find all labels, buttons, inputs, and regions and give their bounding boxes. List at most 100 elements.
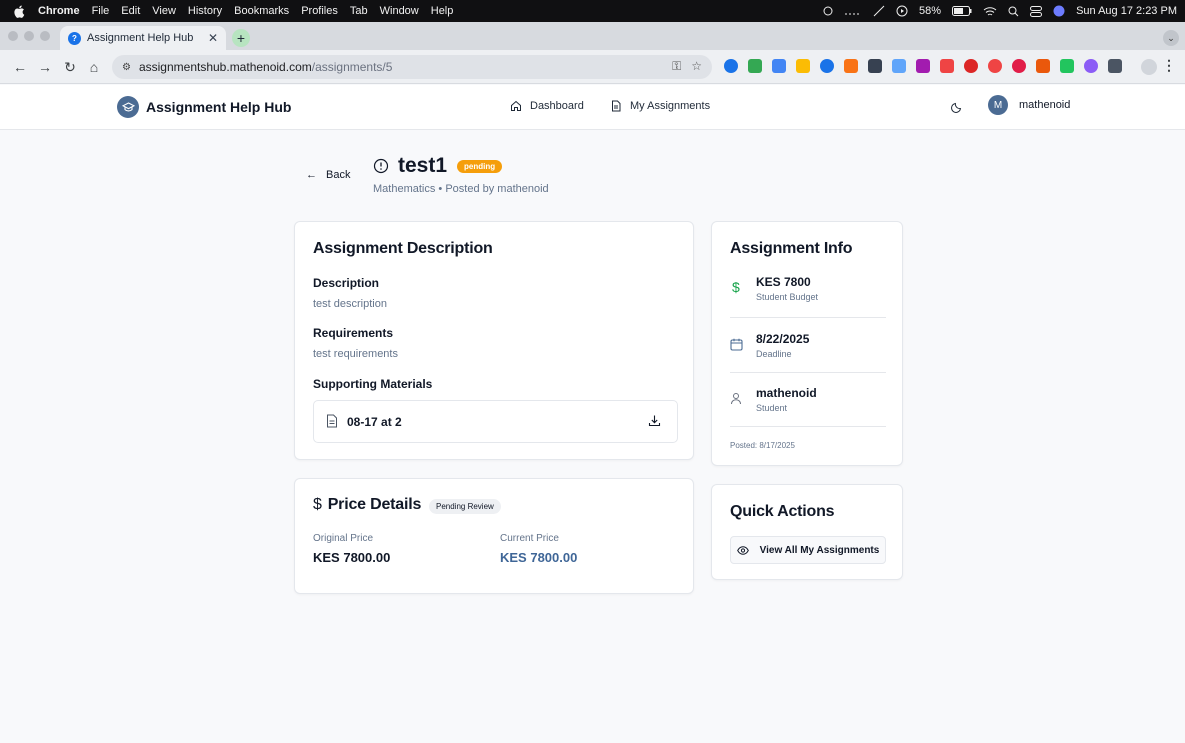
browser-toolbar: ← → ↻ ⌂ ⚙ assignmentshub.mathenoid.com/a… — [0, 50, 1185, 84]
assignment-info-card: Assignment Info $ KES 7800 Student Budge… — [711, 221, 903, 466]
play-icon[interactable] — [896, 5, 908, 17]
window-controls — [8, 31, 50, 41]
menu-history[interactable]: History — [188, 5, 222, 17]
dollar-icon: $ — [732, 279, 740, 295]
divider — [730, 426, 886, 427]
attachment-item[interactable]: 08-17 at 2 — [313, 400, 678, 443]
extension-icon[interactable] — [940, 59, 954, 73]
favicon-icon: ? — [68, 31, 81, 45]
home-icon[interactable]: ⌂ — [86, 59, 102, 75]
os-menubar: Chrome File Edit View History Bookmarks … — [0, 0, 1185, 22]
menu-window[interactable]: Window — [380, 5, 419, 17]
extension-icon[interactable] — [868, 59, 882, 73]
zoom-window-button[interactable] — [40, 31, 50, 41]
calendar-icon — [730, 338, 743, 351]
card-heading: Quick Actions — [730, 503, 835, 520]
username: mathenoid — [1019, 99, 1071, 111]
apple-icon[interactable] — [14, 5, 28, 18]
status-icon[interactable] — [823, 5, 833, 17]
battery-icon[interactable] — [952, 6, 972, 16]
reload-icon[interactable]: ↻ — [62, 59, 78, 75]
status-badge: Pending Review — [429, 499, 501, 514]
back-arrow-icon[interactable]: ← — [12, 59, 28, 75]
menu-profiles[interactable]: Profiles — [301, 5, 338, 17]
profile-avatar[interactable] — [1141, 59, 1157, 75]
site-settings-icon[interactable]: ⚙ — [122, 62, 131, 73]
budget-label: Student Budget — [756, 292, 819, 302]
extension-icon[interactable] — [820, 59, 834, 73]
browser-tab-active[interactable]: ? Assignment Help Hub ✕ — [60, 26, 226, 50]
browser-menu-icon[interactable]: ⋮ — [1162, 57, 1176, 74]
status-icon[interactable] — [844, 6, 862, 16]
status-badge: pending — [457, 159, 503, 173]
address-bar[interactable]: ⚙ assignmentshub.mathenoid.com/assignmen… — [112, 55, 712, 79]
card-heading: Assignment Description — [313, 240, 493, 257]
divider — [730, 372, 886, 373]
extensions-puzzle-icon[interactable] — [1108, 59, 1122, 73]
extension-icon[interactable] — [1060, 59, 1074, 73]
close-tab-icon[interactable]: ✕ — [208, 31, 218, 45]
wifi-icon[interactable] — [983, 6, 997, 17]
deadline-value: 8/22/2025 — [756, 332, 810, 346]
download-icon[interactable] — [648, 414, 661, 427]
status-icon[interactable] — [873, 5, 885, 17]
menu-app-name[interactable]: Chrome — [38, 5, 80, 17]
extension-icon[interactable] — [1084, 59, 1098, 73]
close-window-button[interactable] — [8, 31, 18, 41]
back-button[interactable]: ← Back — [306, 169, 350, 181]
original-price-value: KES 7800.00 — [313, 550, 391, 565]
extension-icon[interactable] — [988, 59, 1002, 73]
file-icon — [327, 414, 337, 428]
price-heading-text: Price Details — [327, 496, 422, 513]
bookmark-star-icon[interactable]: ☆ — [691, 59, 702, 74]
extension-icon[interactable] — [916, 59, 930, 73]
student-value: mathenoid — [756, 386, 817, 400]
view-all-assignments-button[interactable]: View All My Assignments — [730, 536, 886, 564]
attachment-name: 08-17 at 2 — [347, 415, 402, 429]
user-menu[interactable]: M mathenoid — [988, 95, 1070, 115]
battery-percent: 58% — [919, 5, 942, 17]
url-path: /assignments/5 — [311, 60, 393, 74]
control-center-icon[interactable] — [1030, 5, 1043, 17]
brand-link[interactable]: Assignment Help Hub — [117, 96, 291, 118]
extension-icon[interactable] — [1036, 59, 1050, 73]
tab-search-button[interactable]: ⌄ — [1163, 30, 1179, 46]
minimize-window-button[interactable] — [24, 31, 34, 41]
extension-icon[interactable] — [772, 59, 786, 73]
menu-edit[interactable]: Edit — [121, 5, 140, 17]
requirements-label: Requirements — [313, 326, 394, 340]
extension-icon[interactable] — [796, 59, 810, 73]
menu-help[interactable]: Help — [431, 5, 454, 17]
password-key-icon[interactable]: ⚿ — [672, 59, 681, 74]
budget-value: KES 7800 — [756, 275, 811, 289]
menu-file[interactable]: File — [92, 5, 110, 17]
moon-icon[interactable] — [951, 100, 963, 118]
extension-icon[interactable] — [1012, 59, 1026, 73]
extension-icon[interactable] — [964, 59, 978, 73]
current-price-value: KES 7800.00 — [500, 550, 578, 565]
forward-arrow-icon[interactable]: → — [37, 59, 53, 75]
new-tab-button[interactable]: + — [232, 29, 250, 47]
nav-my-assignments[interactable]: My Assignments — [610, 100, 710, 112]
extension-icon[interactable] — [892, 59, 906, 73]
description-label: Description — [313, 276, 380, 290]
alert-circle-icon — [373, 158, 389, 174]
posted-date: Posted: 8/17/2025 — [730, 441, 795, 450]
menu-view[interactable]: View — [152, 5, 176, 17]
search-icon[interactable] — [1008, 6, 1019, 17]
divider — [730, 317, 886, 318]
supporting-materials-label: Supporting Materials — [313, 377, 433, 391]
menubar-clock[interactable]: Sun Aug 17 2:23 PM — [1076, 5, 1177, 17]
menu-bookmarks[interactable]: Bookmarks — [234, 5, 289, 17]
extension-icon[interactable] — [724, 59, 738, 73]
menu-tab[interactable]: Tab — [350, 5, 368, 17]
extension-icon[interactable] — [748, 59, 762, 73]
nav-dashboard[interactable]: Dashboard — [510, 100, 584, 112]
card-heading: Assignment Info — [730, 240, 853, 257]
brand-name: Assignment Help Hub — [146, 99, 292, 115]
extension-icon[interactable] — [844, 59, 858, 73]
siri-icon[interactable] — [1053, 5, 1065, 17]
description-text: test description — [313, 298, 387, 310]
file-text-icon — [612, 100, 621, 112]
student-label: Student — [756, 403, 788, 413]
